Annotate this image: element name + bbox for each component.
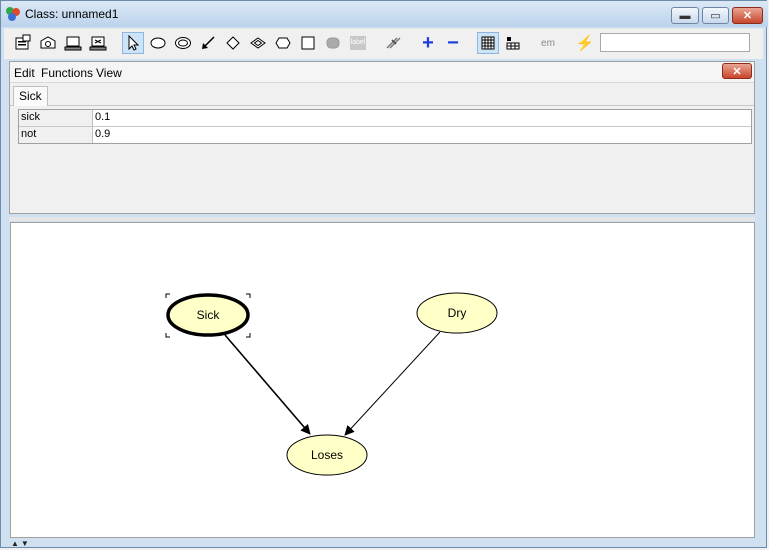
menu-edit[interactable]: Edit [14,66,35,80]
label-icon: label [350,36,366,50]
row-label: sick [19,110,93,126]
app-icon [6,7,20,21]
edge-sick-loses[interactable] [224,334,311,435]
table-row: sick 0.1 [19,110,751,127]
table-view-button[interactable] [477,32,499,54]
menu-view[interactable]: View [96,66,122,80]
row-label: not [19,127,93,143]
compile-button[interactable] [62,32,84,54]
decision-node-button[interactable] [222,32,244,54]
node-label: Dry [448,306,467,320]
minimize-button[interactable]: ▬ [671,7,699,24]
zoom-in-icon[interactable]: + [417,32,439,54]
decision-discrete-icon [250,37,266,49]
panel-close-button[interactable]: ✕ [722,63,752,79]
node-loses[interactable]: Loses [286,434,368,476]
select-pointer-button[interactable] [122,32,144,54]
panel-menubar: Edit Functions View ✕ [10,62,754,83]
label-button[interactable]: label [347,32,369,54]
decision-node-icon [226,36,240,50]
instance-node-icon [301,36,315,50]
instance-node-button[interactable] [297,32,319,54]
run-button[interactable] [87,32,109,54]
discrete-node-icon [175,37,191,49]
toolbar-search-input[interactable] [600,33,750,52]
node-label: Sick [197,308,221,322]
properties-button[interactable] [12,32,34,54]
layout-icon [506,37,520,50]
em-learning-icon: em [541,37,555,49]
disabled-node-icon [326,37,340,49]
network-canvas[interactable]: Sick Dry Loses [10,222,755,538]
discrete-node-button[interactable] [172,32,194,54]
close-icon: ✕ [742,10,753,22]
status-arrows[interactable]: ▲▼ [11,539,31,548]
select-pointer-icon [128,34,140,51]
window-title: Class: unnamed1 [25,7,119,21]
link-arrow-icon [202,36,215,49]
compile-icon [64,36,82,51]
probability-table: sick 0.1 not 0.9 [18,109,752,144]
node-label: Loses [311,448,343,462]
chance-node-icon [150,37,166,49]
utility-node-icon [275,37,291,49]
node-table-panel: Edit Functions View ✕ Sick sick 0.1 not … [9,61,755,214]
table-view-icon [481,36,495,50]
close-icon: ✕ [732,65,742,78]
decision-discrete-button[interactable] [247,32,269,54]
em-learning-button[interactable]: em [537,32,559,54]
open-icon [40,36,56,49]
network-graph: Sick Dry Loses [165,292,498,476]
properties-icon [15,34,31,50]
run-icon [89,36,107,51]
panel-splitter[interactable] [9,217,755,221]
utility-node-button[interactable] [272,32,294,54]
tab-sick[interactable]: Sick [13,86,48,106]
toolbar: label + − em ⚡ [4,28,763,59]
minimize-icon: ▬ [679,9,691,22]
link-arrow-button[interactable] [197,32,219,54]
lightning-icon[interactable]: ⚡ [574,32,596,54]
edge-dry-loses[interactable] [344,331,441,436]
node-dry[interactable]: Dry [416,292,498,334]
row-value[interactable]: 0.9 [95,127,110,143]
panel-tabstrip: Sick [10,83,754,106]
menu-functions[interactable]: Functions [41,66,93,80]
disabled-node-button[interactable] [322,32,344,54]
chance-node-button[interactable] [147,32,169,54]
eliminate-icon [386,37,401,49]
title-bar[interactable]: Class: unnamed1 ▬ ▭ ✕ [1,1,768,27]
node-sick[interactable]: Sick [165,293,251,338]
table-row: not 0.9 [19,127,751,143]
eliminate-button[interactable] [382,32,404,54]
layout-button[interactable] [502,32,524,54]
close-button[interactable]: ✕ [732,7,763,24]
maximize-button[interactable]: ▭ [702,7,729,24]
maximize-icon: ▭ [710,10,721,22]
app-window: Class: unnamed1 ▬ ▭ ✕ label + − em ⚡ Edi… [0,0,768,548]
open-button[interactable] [37,32,59,54]
row-value[interactable]: 0.1 [95,110,110,126]
zoom-out-icon[interactable]: − [442,32,464,54]
